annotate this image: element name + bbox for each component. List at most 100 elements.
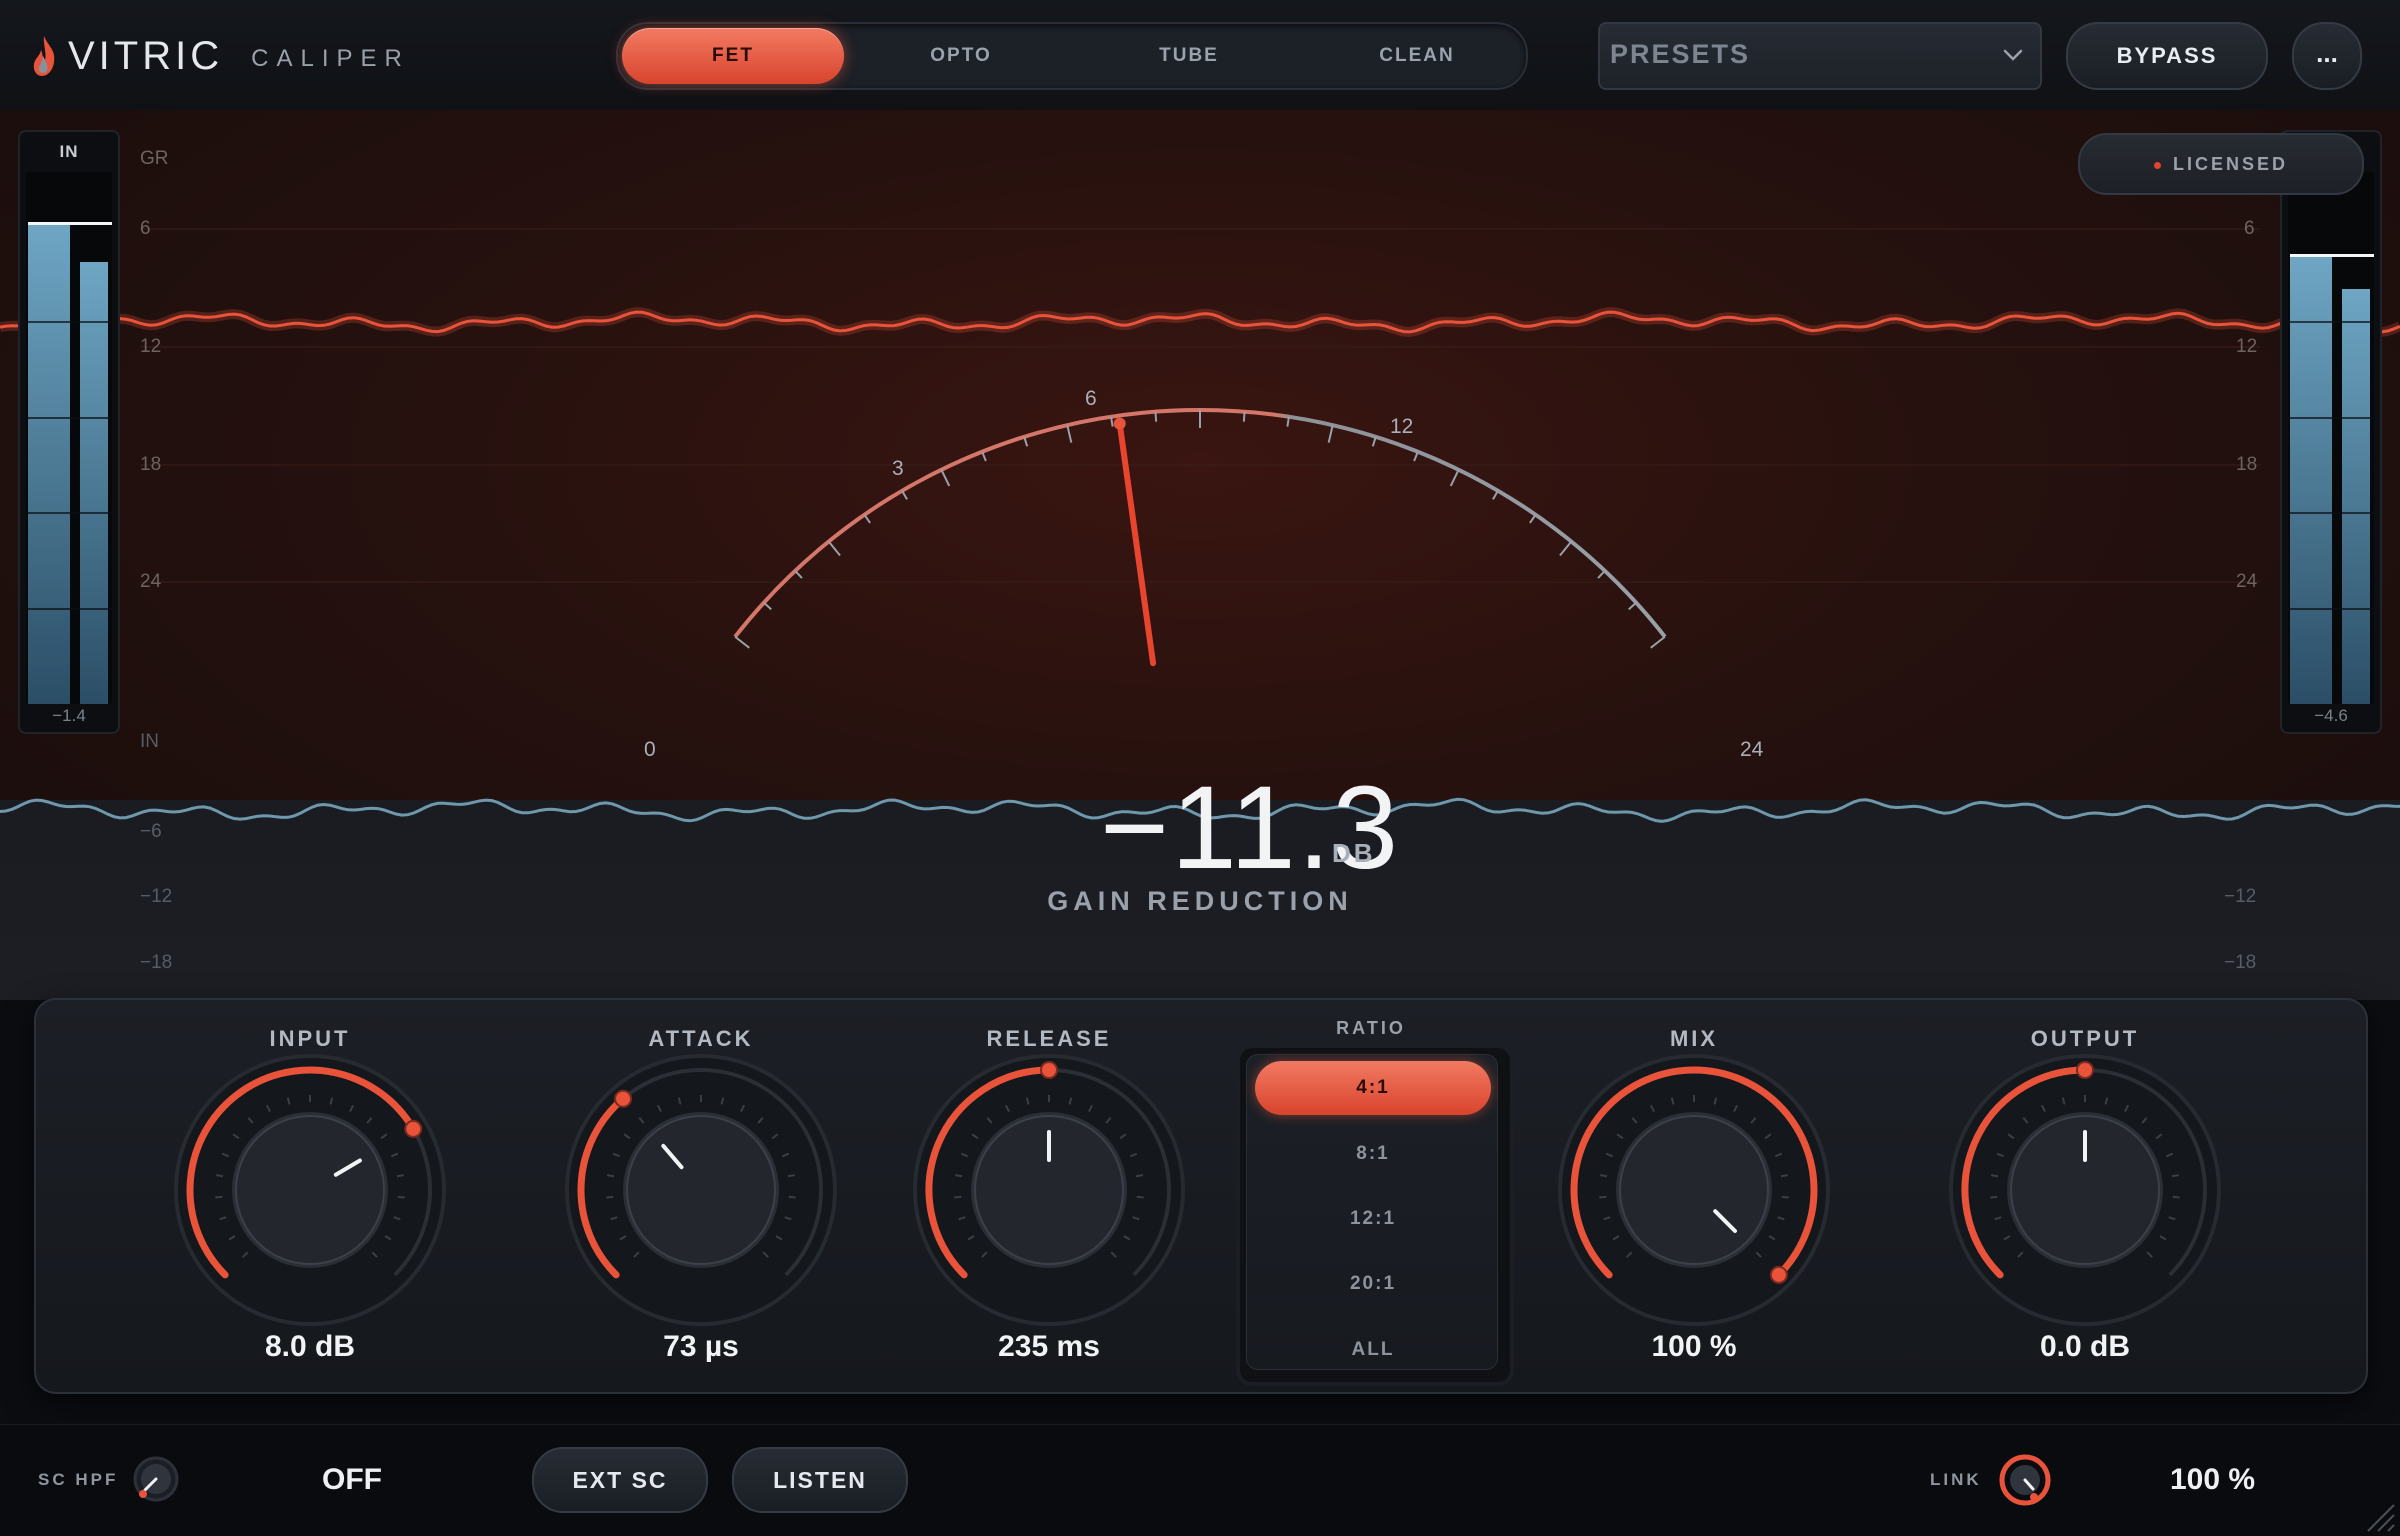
gr-scale-24: 24 bbox=[140, 571, 162, 592]
output-meter-right-bar bbox=[2342, 289, 2370, 704]
dial-tick bbox=[1628, 601, 1637, 611]
input-meter-left-bar bbox=[28, 225, 70, 704]
knob-tick bbox=[1780, 1174, 1788, 1178]
scale-gridlines bbox=[140, 228, 2260, 583]
meter-segment-line bbox=[2288, 416, 2374, 419]
gr-scale-right-24: 24 bbox=[2236, 571, 2258, 592]
gr-scale-right-18: 18 bbox=[2236, 454, 2258, 475]
sc-hpf-value[interactable]: OFF bbox=[322, 1463, 382, 1497]
dial-tick bbox=[1242, 411, 1246, 422]
attack-knob[interactable] bbox=[561, 1050, 841, 1330]
dial-tick bbox=[1529, 514, 1537, 524]
meter-segment-line bbox=[26, 416, 112, 419]
sc-hpf-knob[interactable] bbox=[130, 1453, 182, 1505]
output-meter-value: −4.6 bbox=[2314, 706, 2348, 725]
listen-button[interactable]: LISTEN bbox=[732, 1447, 908, 1513]
output-meter-well bbox=[2288, 172, 2374, 704]
meter-segment-line bbox=[26, 608, 112, 611]
gr-scale-right-12: 12 bbox=[2236, 336, 2258, 357]
knob-handle bbox=[2076, 1061, 2094, 1079]
in-scale-title: IN bbox=[140, 731, 159, 752]
gain-reduction-needle bbox=[1116, 420, 1157, 667]
knob-tick bbox=[1600, 1174, 1608, 1178]
ext-sc-button[interactable]: EXT SC bbox=[532, 1447, 708, 1513]
dial-tick bbox=[1449, 469, 1460, 487]
link-value[interactable]: 100 % bbox=[2170, 1463, 2255, 1497]
input-value[interactable]: 8.0 dB bbox=[170, 1330, 450, 1364]
compressor-plugin: VITRIC CALIPER FET OPTO TUBE CLEAN PRESE… bbox=[0, 0, 2400, 1536]
ratio-selector: 4:1 8:1 12:1 20:1 ALL bbox=[1236, 1044, 1514, 1386]
ratio-label: RATIO bbox=[1336, 1018, 1406, 1038]
knob-tick bbox=[1136, 1195, 1144, 1199]
knob-handle bbox=[1769, 1265, 1788, 1284]
dial-label-24: 24 bbox=[1740, 738, 1764, 761]
knob-tick bbox=[606, 1195, 614, 1199]
input-meter-value: −1.4 bbox=[52, 706, 86, 725]
ratio-option-12-1[interactable]: 12:1 bbox=[1255, 1192, 1491, 1246]
dial-tick bbox=[981, 451, 987, 462]
gr-scale-title: GR bbox=[140, 148, 169, 169]
dial-label-12: 12 bbox=[1390, 415, 1413, 438]
dial-tick bbox=[1327, 424, 1334, 443]
knob-handle bbox=[614, 1089, 633, 1108]
knob-tick bbox=[954, 1195, 962, 1199]
gain-reduction-waveform-glow bbox=[0, 307, 2400, 337]
link-knob[interactable] bbox=[1996, 1451, 2054, 1509]
knob-handle bbox=[404, 1119, 423, 1138]
attack-value[interactable]: 73 µs bbox=[561, 1330, 841, 1364]
meter-segment-line bbox=[2288, 608, 2374, 611]
dial-tick bbox=[940, 469, 951, 487]
knob-tick bbox=[1990, 1195, 1998, 1199]
meter-segment-line bbox=[26, 320, 112, 323]
sc-hpf-label: SC HPF bbox=[38, 1470, 119, 1489]
mix-knob[interactable] bbox=[1554, 1050, 1834, 1330]
knob-handle bbox=[1040, 1061, 1058, 1079]
attack-knob-label: ATTACK bbox=[648, 1026, 754, 1051]
dial-tick bbox=[1154, 411, 1158, 422]
dial-ticks bbox=[734, 410, 1666, 649]
dial-tick bbox=[901, 490, 908, 500]
gr-scale-12: 12 bbox=[140, 336, 162, 357]
mix-knob-label: MIX bbox=[1669, 1026, 1719, 1051]
knob-tick bbox=[216, 1174, 224, 1178]
dial-tick bbox=[734, 635, 750, 649]
meter-segment-line bbox=[2288, 320, 2374, 323]
gr-scale-right-6: 6 bbox=[2244, 218, 2255, 239]
ratio-option-20-1[interactable]: 20:1 bbox=[1255, 1257, 1491, 1311]
knob-body bbox=[626, 1115, 776, 1265]
licensed-badge[interactable]: LICENSED bbox=[2078, 133, 2364, 195]
dial-label-0: 0 bbox=[644, 738, 656, 761]
ratio-option-8-1[interactable]: 8:1 bbox=[1255, 1127, 1491, 1181]
knob-body bbox=[1619, 1115, 1769, 1265]
knob-tick bbox=[955, 1174, 963, 1178]
resize-handle-icon[interactable] bbox=[2364, 1497, 2396, 1533]
gain-reduction-readout: −11.3 DB GAIN REDUCTION bbox=[960, 760, 1440, 930]
footer-bar: SC HPF OFF EXT SC LISTEN LINK 100 % bbox=[0, 1424, 2400, 1536]
gr-scale-18: 18 bbox=[140, 454, 162, 475]
knob-tick bbox=[215, 1195, 223, 1199]
in-scale-minus6: −6 bbox=[140, 821, 162, 842]
dial-tick bbox=[794, 570, 803, 579]
release-knob[interactable] bbox=[909, 1050, 1189, 1330]
input-meter-well bbox=[26, 172, 112, 704]
ratio-option-all[interactable]: ALL bbox=[1255, 1323, 1491, 1377]
dial-tick bbox=[763, 601, 772, 611]
dial-label-6: 6 bbox=[1085, 387, 1097, 410]
knob-tick bbox=[607, 1174, 615, 1178]
output-knob[interactable] bbox=[1945, 1050, 2225, 1330]
dial-arc bbox=[733, 408, 1667, 638]
release-value[interactable]: 235 ms bbox=[909, 1330, 1189, 1364]
knob-tick bbox=[1991, 1174, 1999, 1178]
licensed-label: LICENSED bbox=[2172, 154, 2288, 174]
ratio-option-4-1[interactable]: 4:1 bbox=[1255, 1061, 1491, 1115]
input-level-meter: IN −1.4 bbox=[18, 130, 120, 734]
output-level-meter: −4.6 bbox=[2280, 130, 2382, 734]
output-value[interactable]: 0.0 dB bbox=[1945, 1330, 2225, 1364]
knob-tick bbox=[1135, 1174, 1143, 1178]
knob-tick bbox=[1781, 1195, 1789, 1199]
input-knob-label: INPUT bbox=[269, 1026, 351, 1051]
knob-tick bbox=[1599, 1195, 1607, 1199]
input-knob[interactable] bbox=[170, 1050, 450, 1330]
mix-value[interactable]: 100 % bbox=[1554, 1330, 1834, 1364]
dial-tick bbox=[1023, 436, 1029, 447]
